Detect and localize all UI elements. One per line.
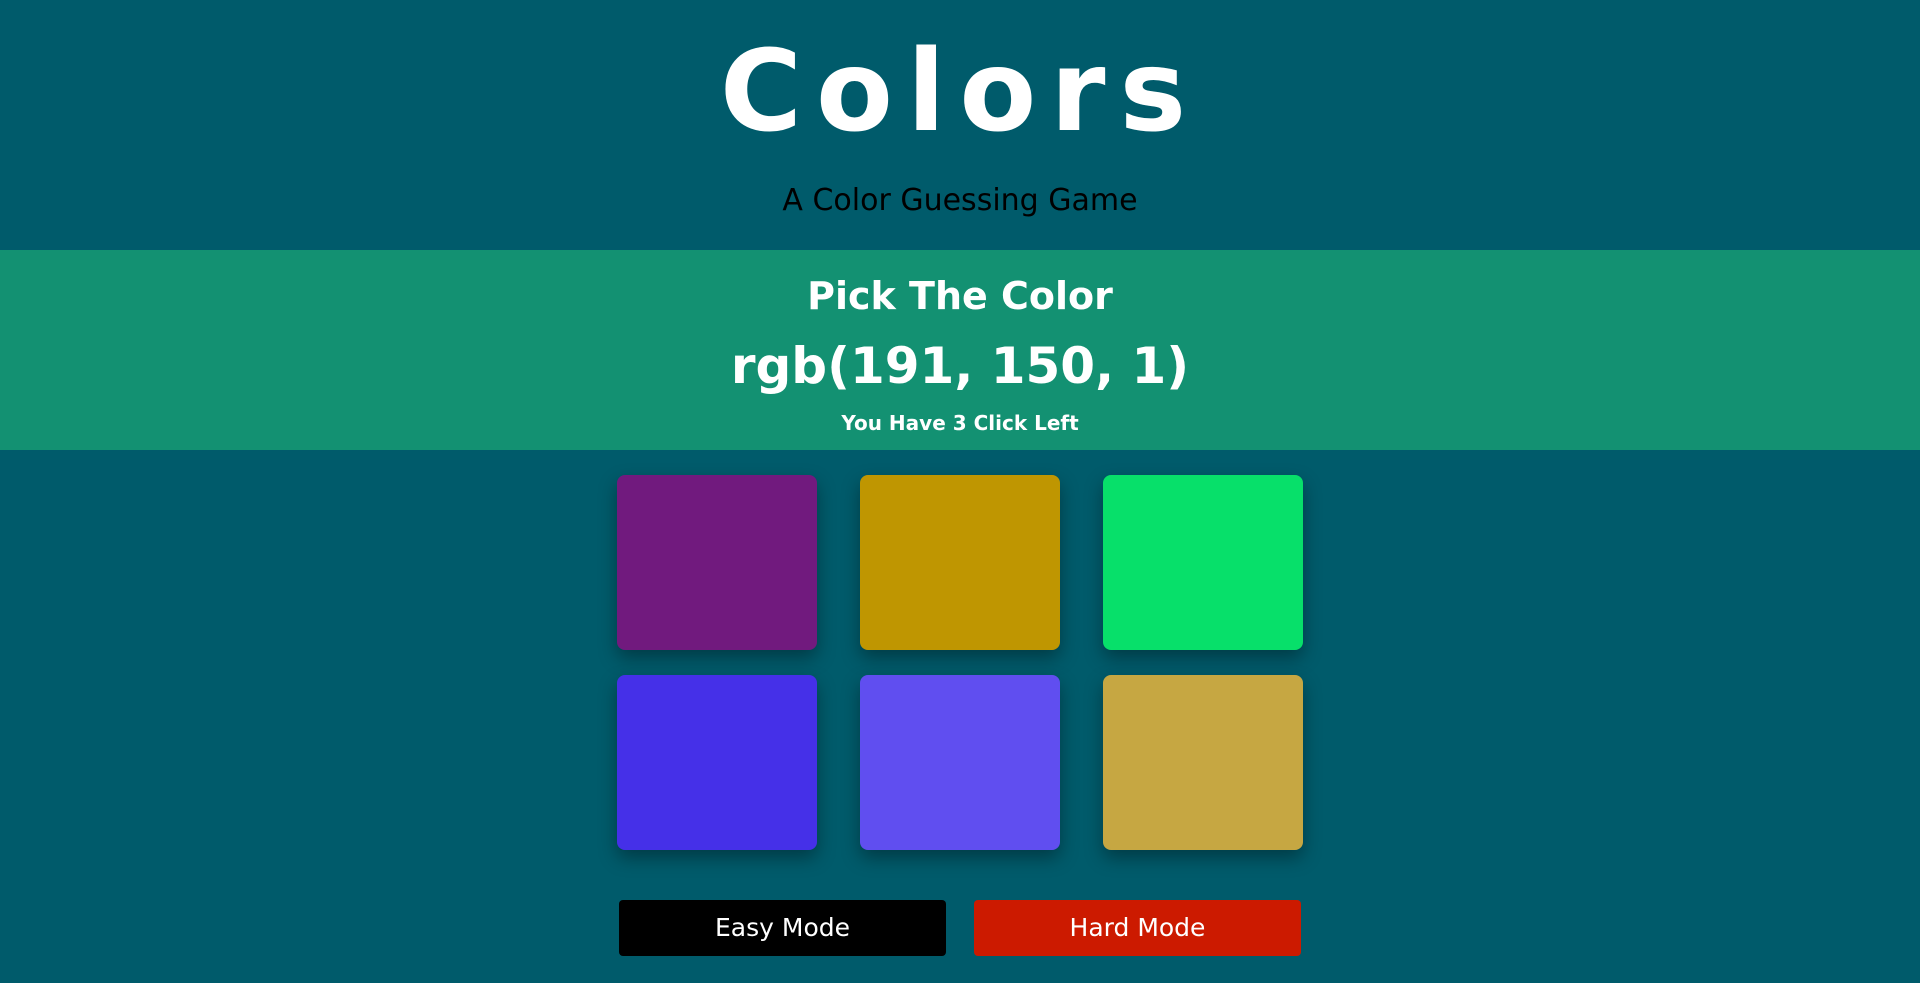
color-squares-grid [617, 475, 1303, 851]
clicks-left-text: You Have 3 Click Left [841, 411, 1079, 435]
color-square[interactable] [617, 475, 817, 650]
page-title: Colors [719, 27, 1201, 157]
color-square[interactable] [860, 675, 1060, 850]
easy-mode-button[interactable]: Easy Mode [619, 900, 946, 956]
hard-mode-button[interactable]: Hard Mode [974, 900, 1301, 956]
page-subtitle: A Color Guessing Game [782, 183, 1138, 218]
header: Colors A Color Guessing Game [0, 0, 1920, 250]
color-square[interactable] [617, 675, 817, 850]
color-square[interactable] [860, 475, 1060, 650]
pick-prompt: Pick The Color [807, 274, 1113, 318]
color-square[interactable] [1103, 475, 1303, 650]
target-rgb-value: rgb(191, 150, 1) [730, 337, 1190, 395]
target-banner: Pick The Color rgb(191, 150, 1) You Have… [0, 250, 1920, 450]
color-square[interactable] [1103, 675, 1303, 850]
game-page: Colors A Color Guessing Game Pick The Co… [0, 0, 1920, 983]
